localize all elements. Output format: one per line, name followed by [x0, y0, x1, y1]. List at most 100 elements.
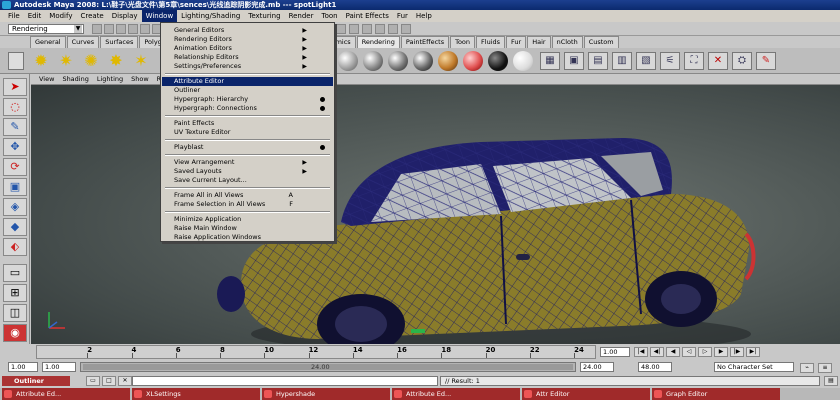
menu-edit[interactable]: Edit — [24, 10, 46, 22]
render-settings-icon[interactable] — [401, 24, 411, 34]
minimized-window-button[interactable]: XLSettings — [132, 388, 260, 400]
hypershade-layout-icon[interactable]: ◉ — [3, 324, 27, 342]
point-light-icon[interactable]: ✺ — [80, 50, 102, 72]
paint-select-tool-icon[interactable]: ✎ — [3, 118, 27, 136]
step-forward-frame-icon[interactable]: ▶ — [714, 347, 728, 357]
snap-curve-icon[interactable] — [349, 24, 359, 34]
step-back-key-icon[interactable]: ◀| — [650, 347, 664, 357]
window-menu-item-animation-editors[interactable]: Animation Editors ▶ — [162, 44, 333, 53]
shelf-tab-fluids[interactable]: Fluids — [476, 36, 506, 48]
window-menu-item-save-current-layout[interactable]: Save Current Layout... — [162, 176, 333, 185]
menu-lighting-shading[interactable]: Lighting/Shading — [177, 10, 244, 22]
panel-menu-shading[interactable]: Shading — [58, 74, 92, 84]
single-perspective-layout-icon[interactable]: ▭ — [3, 264, 27, 282]
open-scene-icon[interactable] — [104, 24, 114, 34]
panel-menu-lighting[interactable]: Lighting — [93, 74, 127, 84]
render-current-frame-icon[interactable]: ▣ — [564, 52, 584, 70]
option-box-icon[interactable] — [320, 97, 325, 102]
shelf-tab-general[interactable]: General — [30, 36, 66, 48]
shelf-tab-painteffects[interactable]: PaintEffects — [400, 36, 450, 48]
character-set-field[interactable]: No Character Set — [714, 362, 794, 372]
paint-brush-icon[interactable]: ✎ — [756, 52, 776, 70]
ambient-light-icon[interactable]: ✹ — [30, 50, 52, 72]
four-view-layout-icon[interactable]: ⊞ — [3, 284, 27, 302]
minimized-window-button[interactable]: Attr Editor — [522, 388, 650, 400]
shelf-menu-icon[interactable] — [8, 52, 24, 70]
window-menu-item-relationship-editors[interactable]: Relationship Editors ▶ — [162, 53, 333, 62]
window-menu-item-settings-preferences[interactable]: Settings/Preferences ▶ — [162, 62, 333, 71]
break-light-links-icon[interactable]: ✕ — [708, 52, 728, 70]
window-menu-item-hypergraph-hierarchy[interactable]: Hypergraph: Hierarchy — [162, 95, 333, 104]
make-light-links-icon[interactable]: ⛭ — [732, 52, 752, 70]
new-scene-icon[interactable] — [92, 24, 102, 34]
universal-manipulator-icon[interactable]: ◈ — [3, 198, 27, 216]
shelf-tab-surfaces[interactable]: Surfaces — [100, 36, 139, 48]
command-input[interactable] — [132, 376, 438, 386]
shelf-tab-custom[interactable]: Custom — [583, 36, 619, 48]
scale-tool-icon[interactable]: ▣ — [3, 178, 27, 196]
window-menu-item-rendering-editors[interactable]: Rendering Editors ▶ — [162, 35, 333, 44]
restore-icon[interactable]: ▭ — [86, 376, 100, 386]
minimized-window-button[interactable]: Attribute Ed... — [2, 388, 130, 400]
window-menu-item-minimize-application[interactable]: Minimize Application — [162, 215, 333, 224]
minimized-window-button[interactable]: Hypershade — [262, 388, 390, 400]
menu-set-select[interactable]: Rendering ▼ — [8, 24, 84, 34]
select-object-icon[interactable] — [140, 24, 150, 34]
window-menu-item-frame-selection-in-all-views[interactable]: Frame Selection in All Views F — [162, 200, 333, 209]
menu-file[interactable]: File — [4, 10, 24, 22]
shelf-tab-curves[interactable]: Curves — [66, 36, 100, 48]
light-linking-icon[interactable]: ⚟ — [660, 52, 680, 70]
window-menu-item-hypergraph-connections[interactable]: Hypergraph: Connections — [162, 104, 333, 113]
time-slider-track[interactable]: 2 4 6 8 10 12 14 16 18 20 22 24 — [36, 345, 596, 359]
animation-end-field[interactable]: 48.00 — [638, 362, 672, 372]
shelf-tab-fur[interactable]: Fur — [506, 36, 527, 48]
snap-grid-icon[interactable] — [336, 24, 346, 34]
step-forward-key-icon[interactable]: |▶ — [730, 347, 744, 357]
window-menu-item-view-arrangement[interactable]: View Arrangement ▶ — [162, 158, 333, 167]
area-light-icon[interactable]: ✶ — [130, 50, 152, 72]
menu-display[interactable]: Display — [108, 10, 142, 22]
shelf-tab-ncloth[interactable]: nCloth — [551, 36, 583, 48]
play-forwards-icon[interactable]: ▷ — [698, 347, 712, 357]
spot-light-icon[interactable]: ✸ — [105, 50, 127, 72]
window-menu-item-frame-all-in-all-views[interactable]: Frame All in All Views A — [162, 191, 333, 200]
menu-toon[interactable]: Toon — [317, 10, 341, 22]
go-to-end-icon[interactable]: ▶| — [746, 347, 760, 357]
blinn-material-icon[interactable] — [363, 51, 383, 71]
menu-modify[interactable]: Modify — [45, 10, 76, 22]
option-box-icon[interactable] — [320, 145, 325, 150]
window-menu-item-paint-effects[interactable]: Paint Effects — [162, 119, 333, 128]
persp-outliner-layout-icon[interactable]: ◫ — [3, 304, 27, 322]
phong-e-material-icon[interactable] — [413, 51, 433, 71]
window-menu-item-playblast[interactable]: Playblast — [162, 143, 333, 152]
move-tool-icon[interactable]: ✥ — [3, 138, 27, 156]
show-manipulator-icon[interactable]: ⬖ — [3, 238, 27, 256]
window-menu-item-attribute-editor[interactable]: Attribute Editor — [162, 77, 333, 86]
save-scene-icon[interactable] — [116, 24, 126, 34]
perspective-viewport[interactable]: ViewShadingLightingShowRendererPanels — [31, 74, 840, 344]
outliner-button[interactable]: Outliner — [2, 376, 70, 386]
range-slider-bar[interactable]: 24.00 — [80, 362, 576, 372]
anisotropic-material-icon[interactable] — [438, 51, 458, 71]
close-icon[interactable]: ✕ — [118, 376, 132, 386]
shading-map-icon[interactable] — [488, 51, 508, 71]
select-tool-icon[interactable]: ➤ — [3, 78, 27, 96]
chevron-down-icon[interactable]: ▼ — [74, 25, 82, 33]
playback-start-field[interactable]: 1.00 — [42, 362, 76, 372]
script-editor-icon[interactable]: ▤ — [824, 376, 838, 386]
ipr-icon[interactable]: ▤ — [588, 52, 608, 70]
select-hierarchy-icon[interactable] — [128, 24, 138, 34]
batch-render-icon[interactable]: ▥ — [612, 52, 632, 70]
menu-render[interactable]: Render — [285, 10, 318, 22]
playback-end-field[interactable]: 24.00 — [580, 362, 614, 372]
render-icon[interactable] — [375, 24, 385, 34]
menu-texturing[interactable]: Texturing — [244, 10, 284, 22]
phong-material-icon[interactable] — [388, 51, 408, 71]
ipr-render-icon[interactable] — [388, 24, 398, 34]
panel-menu-view[interactable]: View — [35, 74, 58, 84]
directional-light-icon[interactable]: ✷ — [55, 50, 77, 72]
lambert-material-icon[interactable] — [338, 51, 358, 71]
menu-window[interactable]: Window — [141, 10, 178, 22]
snap-point-icon[interactable] — [362, 24, 372, 34]
window-menu-item-uv-texture-editor[interactable]: UV Texture Editor — [162, 128, 333, 137]
